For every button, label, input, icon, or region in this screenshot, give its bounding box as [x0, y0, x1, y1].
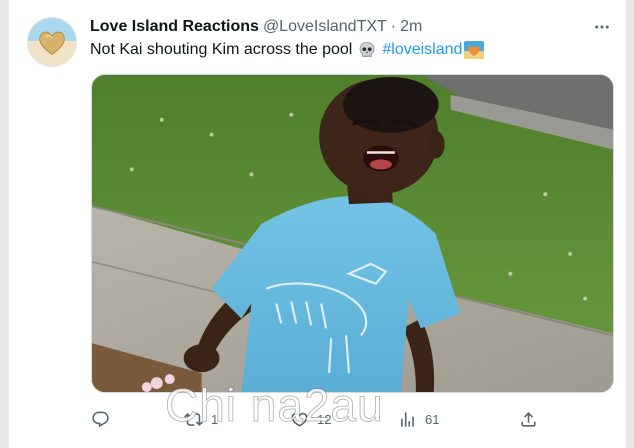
tweet-text: Not Kai shouting Kim across the pool #lo… — [90, 41, 485, 59]
avatar[interactable] — [27, 17, 77, 67]
reply-icon — [92, 411, 109, 427]
heart-icon — [291, 412, 308, 427]
retweet-count: 1 — [211, 411, 219, 427]
analytics-icon — [401, 411, 414, 427]
tweet-card[interactable]: Love Island Reactions @LoveIslandTXT · 2… — [9, 0, 626, 448]
tweet-header: Love Island Reactions @LoveIslandTXT · 2… — [90, 18, 422, 38]
views-button[interactable]: 61 — [398, 406, 439, 432]
tweet-body: Not Kai shouting Kim across the pool — [90, 41, 353, 58]
retweet-icon — [184, 412, 203, 426]
like-button[interactable]: 12 — [290, 406, 331, 432]
display-name[interactable]: Love Island Reactions — [90, 18, 259, 36]
separator-dot: · — [390, 18, 397, 35]
share-button[interactable] — [519, 406, 546, 432]
love-island-hashflag-icon — [464, 41, 485, 59]
heart-logo-icon — [28, 18, 76, 66]
retweet-button[interactable]: 1 — [184, 406, 218, 432]
reply-button[interactable] — [91, 406, 118, 432]
skull-icon — [358, 41, 376, 59]
more-options-icon[interactable] — [590, 17, 614, 37]
like-count: 12 — [317, 411, 332, 427]
action-bar: 1 12 61 — [87, 406, 547, 432]
share-icon — [521, 411, 536, 427]
tweet-photo[interactable] — [91, 74, 614, 393]
meme-photo-icon — [92, 75, 613, 392]
hashtag-link[interactable]: #loveisland — [382, 41, 462, 59]
timestamp[interactable]: 2m — [400, 18, 422, 36]
user-handle[interactable]: @LoveIslandTXT — [263, 18, 387, 36]
views-count: 61 — [425, 411, 440, 427]
